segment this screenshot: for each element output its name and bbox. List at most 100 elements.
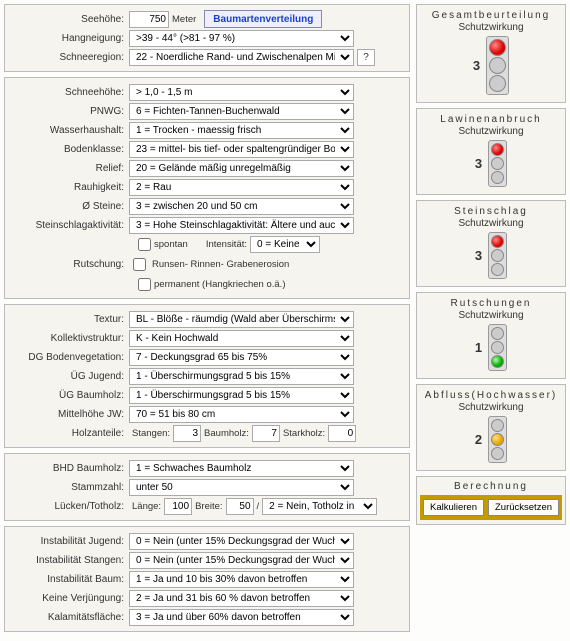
spontan-label: spontan bbox=[154, 239, 188, 250]
traffic-light-icon bbox=[488, 232, 507, 279]
traffic-light-icon bbox=[488, 416, 507, 463]
kalam-select[interactable]: 3 = Ja und über 60% davon betroffen bbox=[129, 609, 354, 626]
uegjugend-select[interactable]: 1 - Überschirmungsgrad 5 bis 15% bbox=[129, 368, 354, 385]
wasser-label: Wasserhaushalt: bbox=[11, 125, 129, 136]
seehoehe-label: Seehöhe: bbox=[11, 14, 129, 25]
block-site: Schneehöhe:> 1,0 - 1,5 m PNWG:6 = Fichte… bbox=[4, 77, 410, 299]
relief-label: Relief: bbox=[11, 163, 129, 174]
instbaum-select[interactable]: 1 = Ja und 10 bis 30% davon betroffen bbox=[129, 571, 354, 588]
dgboden-label: DG Bodenvegetation: bbox=[11, 352, 129, 363]
keineverj-select[interactable]: 2 = Ja und 31 bis 60 % davon betroffen bbox=[129, 590, 354, 607]
breite-input[interactable] bbox=[226, 498, 254, 515]
pnwg-select[interactable]: 6 = Fichten-Tannen-Buchenwald bbox=[129, 103, 354, 120]
steine-label: Ø Steine: bbox=[11, 201, 129, 212]
lawinen-sub: Schutzwirkung bbox=[420, 126, 562, 137]
rauhigkeit-label: Rauhigkeit: bbox=[11, 182, 129, 193]
instjugend-select[interactable]: 0 = Nein (unter 15% Deckungsgrad der Wuc… bbox=[129, 533, 354, 550]
laenge-label: Länge: bbox=[132, 501, 161, 512]
inststangen-label: Instabilität Stangen: bbox=[11, 555, 129, 566]
panel-steinschlag: Steinschlag Schutzwirkung 3 bbox=[416, 200, 566, 287]
hangneigung-select[interactable]: >39 - 44° (>81 - 97 %) bbox=[129, 30, 354, 47]
baumarten-button[interactable]: Baumartenverteilung bbox=[204, 10, 322, 28]
traffic-light-icon bbox=[488, 324, 507, 371]
hangneigung-label: Hangneigung: bbox=[11, 33, 129, 44]
rutsch-score: 1 bbox=[475, 340, 482, 355]
instjugend-label: Instabilität Jugend: bbox=[11, 536, 129, 547]
zuruecksetzen-button[interactable]: Zurücksetzen bbox=[488, 499, 559, 516]
inststangen-select[interactable]: 0 = Nein (unter 15% Deckungsgrad der Wuc… bbox=[129, 552, 354, 569]
stangen-label: Stangen: bbox=[132, 428, 170, 439]
panel-berechnung: Berechnung Kalkulieren Zurücksetzen bbox=[416, 476, 566, 525]
textur-select[interactable]: BL - Blöße - räumdig (Wald aber Überschi… bbox=[129, 311, 354, 328]
rutschung-txt1: Runsen- Rinnen- Grabenerosion bbox=[152, 259, 289, 270]
rutschung-chk2[interactable] bbox=[138, 278, 151, 291]
spontan-checkbox[interactable] bbox=[138, 238, 151, 251]
lawinen-score: 3 bbox=[475, 156, 482, 171]
gesamt-sub: Schutzwirkung bbox=[420, 22, 562, 33]
holzanteile-label: Holzanteile: bbox=[11, 428, 129, 439]
wasser-select[interactable]: 1 = Trocken - maessig frisch bbox=[129, 122, 354, 139]
seehoehe-unit: Meter bbox=[172, 14, 196, 25]
instbaum-label: Instabilität Baum: bbox=[11, 574, 129, 585]
gesamt-title: Gesamtbeurteilung bbox=[420, 10, 562, 21]
block-stand: Textur:BL - Blöße - räumdig (Wald aber Ü… bbox=[4, 304, 410, 448]
schneeregion-label: Schneeregion: bbox=[11, 52, 129, 63]
block-instab: Instabilität Jugend:0 = Nein (unter 15% … bbox=[4, 526, 410, 632]
dgboden-select[interactable]: 7 - Deckungsgrad 65 bis 75% bbox=[129, 349, 354, 366]
kalam-label: Kalamitätsfläche: bbox=[11, 612, 129, 623]
stammzahl-select[interactable]: unter 50 bbox=[129, 479, 354, 496]
rutschung-label: Rutschung: bbox=[11, 259, 129, 270]
kollektiv-select[interactable]: K - Kein Hochwald bbox=[129, 330, 354, 347]
lawinen-title: Lawinenanbruch bbox=[420, 114, 562, 125]
boden-select[interactable]: 23 = mittel- bis tief- oder spaltengründ… bbox=[129, 141, 354, 158]
abfluss-title: Abfluss(Hochwasser) bbox=[420, 390, 562, 401]
totholz-select[interactable]: 2 = Nein, Totholz in bbox=[262, 498, 377, 515]
schneehoehe-select[interactable]: > 1,0 - 1,5 m bbox=[129, 84, 354, 101]
relief-select[interactable]: 20 = Gelände mäßig unregelmäßig bbox=[129, 160, 354, 177]
laenge-input[interactable] bbox=[164, 498, 192, 515]
stein-sub: Schutzwirkung bbox=[420, 218, 562, 229]
rauhigkeit-select[interactable]: 2 = Rau bbox=[129, 179, 354, 196]
boden-label: Bodenklasse: bbox=[11, 144, 129, 155]
abfluss-score: 2 bbox=[475, 432, 482, 447]
traffic-light-icon bbox=[486, 36, 509, 95]
steinschlag-select[interactable]: 3 = Hohe Steinschlagaktivität: Ältere un… bbox=[129, 217, 354, 234]
panel-gesamt: Gesamtbeurteilung Schutzwirkung 3 bbox=[416, 4, 566, 103]
steine-select[interactable]: 3 = zwischen 20 und 50 cm bbox=[129, 198, 354, 215]
uegbaum-select[interactable]: 1 - Überschirmungsgrad 5 bis 15% bbox=[129, 387, 354, 404]
stangen-input[interactable] bbox=[173, 425, 201, 442]
seehoehe-input[interactable] bbox=[129, 11, 169, 28]
intensitaet-select[interactable]: 0 = Keine bbox=[250, 236, 320, 253]
baumholz-label: Baumholz: bbox=[204, 428, 249, 439]
rutschung-chk1[interactable] bbox=[133, 258, 146, 271]
berechnung-title: Berechnung bbox=[420, 481, 562, 492]
stammzahl-label: Stammzahl: bbox=[11, 482, 129, 493]
help-button[interactable]: ? bbox=[357, 49, 375, 66]
stein-score: 3 bbox=[475, 248, 482, 263]
schneeregion-select[interactable]: 22 - Noerdliche Rand- und Zwischenalpen … bbox=[129, 49, 354, 66]
pnwg-label: PNWG: bbox=[11, 106, 129, 117]
rutsch-title: Rutschungen bbox=[420, 298, 562, 309]
panel-abfluss: Abfluss(Hochwasser) Schutzwirkung 2 bbox=[416, 384, 566, 471]
bhd-select[interactable]: 1 = Schwaches Baumholz bbox=[129, 460, 354, 477]
luecken-label: Lücken/Totholz: bbox=[11, 501, 129, 512]
stein-title: Steinschlag bbox=[420, 206, 562, 217]
starkholz-input[interactable] bbox=[328, 425, 356, 442]
uegbaum-label: ÜG Baumholz: bbox=[11, 390, 129, 401]
kollektiv-label: Kollektivstruktur: bbox=[11, 333, 129, 344]
block-bhd: BHD Baumholz:1 = Schwaches Baumholz Stam… bbox=[4, 453, 410, 521]
mittelh-label: Mittelhöhe JW: bbox=[11, 409, 129, 420]
mittelh-select[interactable]: 70 = 51 bis 80 cm bbox=[129, 406, 354, 423]
kalkulieren-button[interactable]: Kalkulieren bbox=[423, 499, 484, 516]
baumholz-input[interactable] bbox=[252, 425, 280, 442]
slash-label: / bbox=[257, 501, 260, 512]
rutschung-txt2: permanent (Hangkriechen o.ä.) bbox=[154, 279, 286, 290]
panel-rutschungen: Rutschungen Schutzwirkung 1 bbox=[416, 292, 566, 379]
gesamt-score: 3 bbox=[473, 58, 480, 73]
breite-label: Breite: bbox=[195, 501, 222, 512]
uegjugend-label: ÜG Jugend: bbox=[11, 371, 129, 382]
textur-label: Textur: bbox=[11, 314, 129, 325]
starkholz-label: Starkholz: bbox=[283, 428, 325, 439]
bhd-label: BHD Baumholz: bbox=[11, 463, 129, 474]
rutsch-sub: Schutzwirkung bbox=[420, 310, 562, 321]
